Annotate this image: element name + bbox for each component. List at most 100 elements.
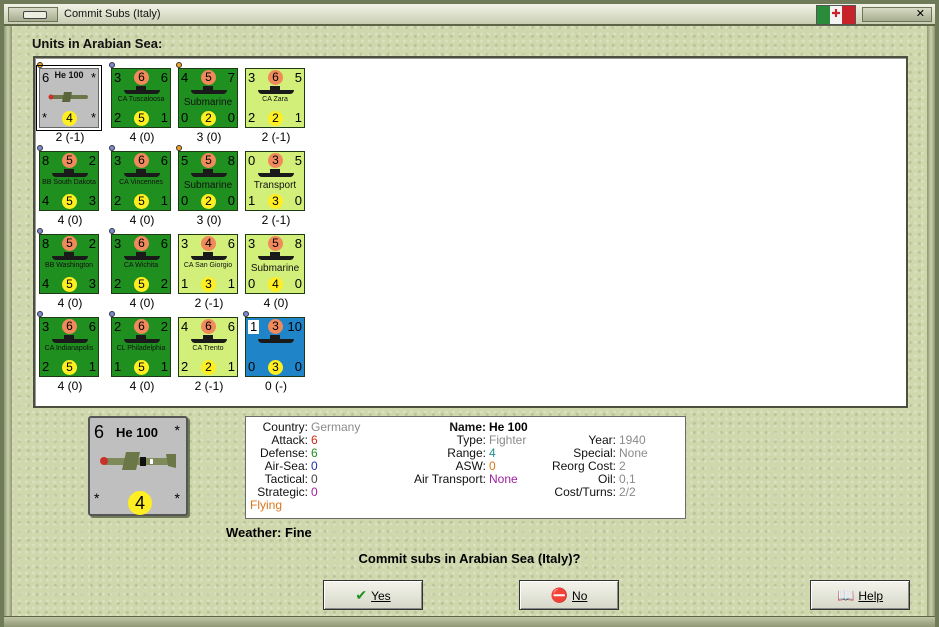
counter-defense-circle: 3 xyxy=(268,194,283,209)
counter-unit-name: He 100 xyxy=(54,70,84,80)
counter-unit-name: CL Philadelphia xyxy=(116,345,166,352)
unit-counter-cell[interactable]: 3 6 2 1 6 5 CA Tuscaloosa 4 (0) xyxy=(109,62,175,144)
warship-icon xyxy=(258,86,294,94)
unit-counter-cell[interactable]: 8 2 4 3 5 5 BB Washington 4 (0) xyxy=(37,228,103,310)
weather-line: Weather: Fine xyxy=(226,525,312,540)
counter-defense-circle: 2 xyxy=(201,194,216,209)
warship-icon xyxy=(52,252,88,260)
unit-counter-cell[interactable]: 3 6 2 1 6 5 CA Vincennes 4 (0) xyxy=(109,145,175,227)
unit-counter[interactable]: 6 * * * 4 He 100 xyxy=(36,65,102,131)
close-button[interactable]: ✕ xyxy=(862,7,932,22)
counter-bottom-left-value: 0 xyxy=(181,110,189,125)
fighter-plane-icon xyxy=(48,91,92,102)
unit-counter[interactable]: 1 10 0 0 3 3 xyxy=(245,317,305,377)
unit-counter[interactable]: 8 2 4 3 5 5 BB South Dakota xyxy=(39,151,99,211)
counter-top-right-value: 6 xyxy=(227,319,235,334)
counter-bottom-left-value: 2 xyxy=(114,276,122,291)
counter-defense-circle: 4 xyxy=(128,491,152,515)
unit-strength-value: 4 (0) xyxy=(129,130,155,144)
info-value: 2/2 xyxy=(619,485,636,499)
help-button-label: Help xyxy=(858,589,884,603)
no-button-label: No xyxy=(572,589,588,603)
unit-strength-value: 4 (0) xyxy=(263,296,289,310)
unit-counter-cell[interactable]: 3 6 1 1 4 3 CA San Giorgio 2 (-1) xyxy=(176,228,242,310)
unit-strength-value: 4 (0) xyxy=(129,296,155,310)
unit-counter-cell[interactable]: 3 6 2 2 6 5 CA Wichita 4 (0) xyxy=(109,228,175,310)
unit-counter[interactable]: 4 6 2 1 6 2 CA Trento xyxy=(178,317,238,377)
selected-unit-counter: 6 He 100 * * 4 * xyxy=(88,416,188,516)
counter-unit-name: Transport xyxy=(253,180,297,191)
unit-counter-cell[interactable]: 3 8 0 0 5 4 Submarine 4 (0) xyxy=(243,228,309,310)
unit-counter-cell[interactable]: 0 5 1 0 3 3 Transport 2 (-1) xyxy=(243,145,309,227)
unit-counter-cell[interactable]: 2 2 1 1 6 5 CL Philadelphia 4 (0) xyxy=(109,311,175,393)
unit-counter[interactable]: 8 2 4 3 5 5 BB Washington xyxy=(39,234,99,294)
counter-defense-circle: 2 xyxy=(201,111,216,126)
status-strip xyxy=(4,616,935,627)
counter-unit-name: CA Trento xyxy=(192,345,224,352)
counter-bottom-right-value: 1 xyxy=(160,110,168,125)
unit-counter-cell[interactable]: 4 6 2 1 6 2 CA Trento 2 (-1) xyxy=(176,311,242,393)
counter-bottom-right-value: 0 xyxy=(294,276,302,291)
checkmark-icon: ✔ xyxy=(355,587,368,603)
unit-counter[interactable]: 3 8 0 0 5 4 Submarine xyxy=(245,234,305,294)
counter-top-right-value: 8 xyxy=(294,236,302,251)
yes-button[interactable]: ✔ Yes xyxy=(323,580,423,610)
unit-counter[interactable]: 3 6 2 2 6 5 CA Wichita xyxy=(111,234,171,294)
counter-defense-circle: 3 xyxy=(268,360,283,375)
unit-strength-value: 4 (0) xyxy=(129,379,155,393)
counter-defense-circle: 5 xyxy=(134,194,149,209)
counter-defense-circle: 3 xyxy=(201,277,216,292)
unit-strength-value: 0 (-) xyxy=(265,379,287,393)
title-bar[interactable]: Commit Subs (Italy) ✕ xyxy=(4,4,935,26)
counter-unit-name: Submarine xyxy=(183,180,233,191)
counter-top-right-value: 6 xyxy=(227,236,235,251)
counter-attack-circle: 3 xyxy=(268,153,283,168)
unit-counter[interactable]: 3 6 1 1 4 3 CA San Giorgio xyxy=(178,234,238,294)
counter-bottom-right-value: 1 xyxy=(88,359,96,374)
window-menu-button[interactable] xyxy=(8,7,58,22)
counter-bottom-right-value: 1 xyxy=(160,359,168,374)
counter-star: * xyxy=(94,490,100,506)
unit-counter-cell[interactable]: 6 * * * 4 He 100 2 (-1) xyxy=(36,62,103,144)
counter-name: He 100 xyxy=(116,425,158,440)
unit-counter-cell[interactable]: 3 5 2 1 6 2 CA Zara 2 (-1) xyxy=(243,62,309,144)
info-label: Air Transport: xyxy=(413,472,486,486)
counter-top-left-value: 8 xyxy=(42,153,50,168)
counter-top-right-value: 6 xyxy=(88,319,96,334)
no-button[interactable]: ⛔ No xyxy=(519,580,619,610)
submarine-icon xyxy=(258,252,294,260)
italy-flag-icon xyxy=(816,5,856,25)
units-list: 6 * * * 4 He 100 2 (-1) 3 6 2 1 6 5 CA Tuscaloosa 4 (0… xyxy=(33,56,908,408)
counter-attack-circle: 6 xyxy=(268,70,283,85)
unit-counter[interactable]: 3 5 2 1 6 2 CA Zara xyxy=(245,68,305,128)
unit-counter-cell[interactable]: 4 7 0 0 5 2 Submarine 3 (0) xyxy=(176,62,242,144)
unit-counter[interactable]: 4 7 0 0 5 2 Submarine xyxy=(178,68,238,128)
counter-bottom-right-value: 1 xyxy=(227,359,235,374)
info-label: Cost/Turns: xyxy=(554,485,616,499)
warship-icon xyxy=(191,252,227,260)
unit-counter-cell[interactable]: 3 6 2 1 6 5 CA Indianapolis 4 (0) xyxy=(37,311,103,393)
unit-counter[interactable]: 0 5 1 0 3 3 Transport xyxy=(245,151,305,211)
unit-counter-cell[interactable]: 5 8 0 0 5 2 Submarine 3 (0) xyxy=(176,145,242,227)
counter-bottom-left-value: 1 xyxy=(114,359,122,374)
unit-counter[interactable]: 2 2 1 1 6 5 CL Philadelphia xyxy=(111,317,171,377)
submarine-icon xyxy=(191,169,227,177)
counter-bottom-left-value: 2 xyxy=(181,359,189,374)
unit-counter[interactable]: 3 6 2 1 6 5 CA Indianapolis xyxy=(39,317,99,377)
unit-strength-value: 4 (0) xyxy=(57,296,83,310)
unit-counter[interactable]: 5 8 0 0 5 2 Submarine xyxy=(178,151,238,211)
window-title: Commit Subs (Italy) xyxy=(64,8,161,20)
warship-icon xyxy=(124,335,160,343)
counter-top-right-value: 2 xyxy=(160,319,168,334)
help-button[interactable]: 📖 Help xyxy=(810,580,910,610)
counter-top-right-value: 6 xyxy=(160,70,168,85)
counter-bottom-right-value: 1 xyxy=(294,110,302,125)
unit-strength-value: 2 (-1) xyxy=(194,296,224,310)
unit-counter-cell[interactable]: 8 2 4 3 5 5 BB South Dakota 4 (0) xyxy=(37,145,103,227)
unit-counter[interactable]: 3 6 2 1 6 5 CA Vincennes xyxy=(111,151,171,211)
unit-counter-cell[interactable]: 1 10 0 0 3 3 0 (-) xyxy=(243,311,309,393)
warship-icon xyxy=(124,252,160,260)
counter-unit-name: BB South Dakota xyxy=(42,179,96,186)
unit-counter[interactable]: 3 6 2 1 6 5 CA Tuscaloosa xyxy=(111,68,171,128)
warship-icon xyxy=(258,335,294,343)
